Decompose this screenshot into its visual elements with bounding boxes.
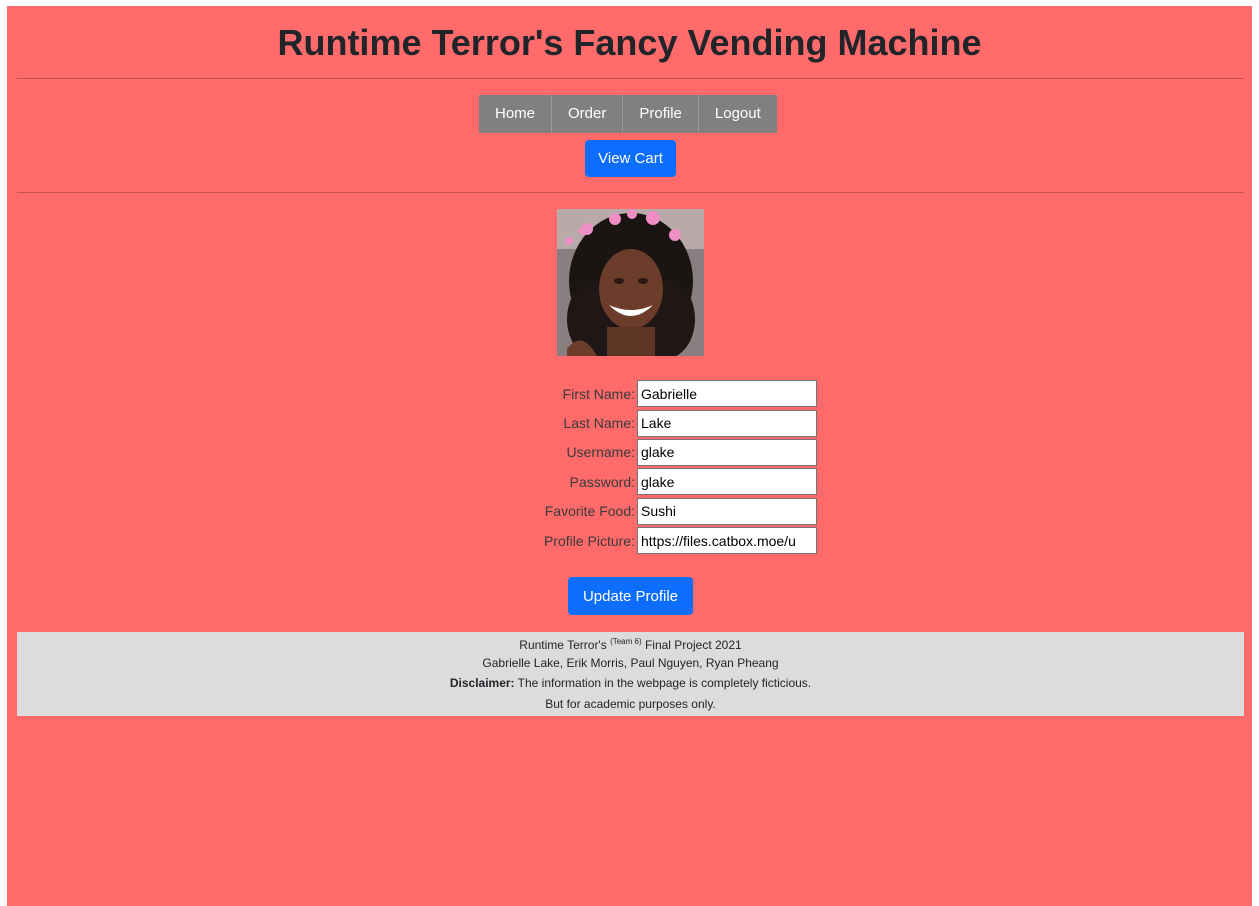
field-row-first-name: First Name: <box>477 379 817 408</box>
username-label: Username: <box>566 444 635 461</box>
update-profile-button[interactable]: Update Profile <box>568 577 693 615</box>
password-label: Password: <box>569 473 635 490</box>
divider-top <box>17 78 1244 79</box>
nav-logout[interactable]: Logout <box>699 95 777 133</box>
first-name-input[interactable] <box>637 380 817 408</box>
favorite-food-label: Favorite Food: <box>544 503 635 520</box>
footer: Runtime Terror's (Team 6) Final Project … <box>17 632 1244 716</box>
view-cart-button[interactable]: View Cart <box>585 140 676 177</box>
footer-disclaimer-line: Disclaimer: The information in the webpa… <box>17 673 1244 694</box>
footer-disclaimer-label: Disclaimer: <box>449 676 515 690</box>
avatar-image <box>557 209 704 356</box>
field-row-favorite-food: Favorite Food: <box>477 497 817 526</box>
profile-picture-label: Profile Picture: <box>543 532 635 549</box>
page: Runtime Terror's Fancy Vending Machine H… <box>7 6 1252 906</box>
field-row-username: Username: <box>477 438 817 467</box>
profile-picture <box>557 209 704 356</box>
nav-profile[interactable]: Profile <box>623 95 699 133</box>
footer-disclaimer-text: The information in the webpage is comple… <box>514 676 812 690</box>
password-input[interactable] <box>637 468 817 496</box>
profile-picture-input[interactable] <box>637 527 817 555</box>
field-row-password: Password: <box>477 467 817 496</box>
username-input[interactable] <box>637 438 817 466</box>
main-nav: Home Order Profile Logout <box>479 95 777 133</box>
last-name-label: Last Name: <box>563 415 635 432</box>
nav-order[interactable]: Order <box>552 95 624 133</box>
field-row-last-name: Last Name: <box>477 408 817 437</box>
first-name-label: First Name: <box>562 385 635 402</box>
nav-home[interactable]: Home <box>479 95 553 133</box>
field-row-profile-picture: Profile Picture: <box>477 526 817 555</box>
footer-note: But for academic purposes only. <box>545 696 716 711</box>
footer-project-prefix: Runtime Terror's <box>519 638 611 652</box>
divider-bottom <box>17 192 1244 193</box>
footer-team-sup: (Team 6) <box>610 637 642 646</box>
page-title: Runtime Terror's Fancy Vending Machine <box>277 22 982 63</box>
footer-project-line: Runtime Terror's (Team 6) Final Project … <box>17 632 1244 653</box>
footer-members: Gabrielle Lake, Erik Morris, Paul Nguyen… <box>482 655 779 670</box>
favorite-food-input[interactable] <box>637 497 817 525</box>
last-name-input[interactable] <box>637 409 817 437</box>
profile-form: First Name: Last Name: Username: Passwor… <box>477 379 817 555</box>
footer-project-suffix: Final Project 2021 <box>641 638 742 652</box>
